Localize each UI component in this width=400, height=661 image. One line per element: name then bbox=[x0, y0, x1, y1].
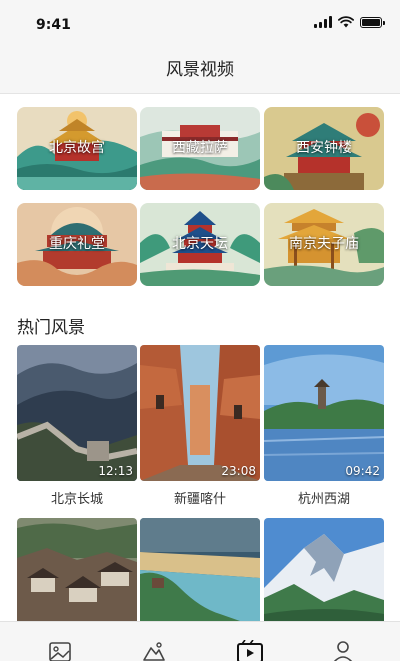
category-label: 南京夫子庙 bbox=[289, 236, 359, 252]
video-duration: 23:08 bbox=[221, 464, 256, 478]
tab-bar bbox=[0, 621, 400, 661]
category-label: 北京天坛 bbox=[172, 236, 228, 252]
video-thumbnail: 09:42 bbox=[264, 345, 384, 481]
wifi-icon bbox=[338, 16, 354, 28]
battery-icon bbox=[360, 16, 385, 28]
video-card-snow-mountain[interactable] bbox=[264, 518, 384, 628]
beach-coast-thumbnail bbox=[140, 518, 260, 628]
video-card-beach[interactable] bbox=[140, 518, 260, 628]
video-title: 北京长城 bbox=[50, 492, 103, 507]
category-card-temple-of-heaven[interactable]: 北京天坛 bbox=[140, 203, 260, 286]
tab-scenery[interactable] bbox=[134, 640, 174, 661]
hot-section-title: 热门风景 bbox=[17, 318, 85, 338]
village-rooftops-thumbnail bbox=[17, 518, 137, 628]
tab-profile[interactable] bbox=[323, 640, 363, 661]
page-title: 风景视频 bbox=[166, 60, 234, 80]
video-duration: 12:13 bbox=[98, 464, 133, 478]
status-time: 9:41 bbox=[36, 17, 71, 33]
category-label: 北京故宫 bbox=[49, 140, 105, 156]
status-bar: 9:41 bbox=[0, 0, 400, 44]
category-card-nanjing[interactable]: 南京夫子庙 bbox=[264, 203, 384, 286]
video-thumbnail: 12:13 bbox=[17, 345, 137, 481]
mountain-icon bbox=[143, 642, 165, 661]
great-wall-thumbnail bbox=[17, 345, 137, 481]
video-thumbnail: 23:08 bbox=[140, 345, 260, 481]
tab-videos[interactable] bbox=[230, 640, 270, 661]
navigation-bar: 风景视频 bbox=[0, 44, 400, 94]
kashgar-street-thumbnail bbox=[140, 345, 260, 481]
tab-images[interactable] bbox=[40, 640, 80, 661]
video-card-village[interactable] bbox=[17, 518, 137, 628]
video-card-great-wall[interactable]: 12:13 北京长城 bbox=[17, 345, 137, 507]
category-card-xian[interactable]: 西安钟楼 bbox=[264, 107, 384, 190]
video-card-west-lake[interactable]: 09:42 杭州西湖 bbox=[264, 345, 384, 507]
video-title: 杭州西湖 bbox=[297, 492, 350, 507]
screen: 9:41 风景视频 北京故宫 西藏拉萨 西安钟楼 重庆礼堂 北京天坛 南京夫子庙… bbox=[0, 0, 400, 661]
category-card-palace[interactable]: 北京故宫 bbox=[17, 107, 137, 190]
status-icons bbox=[314, 16, 385, 28]
video-title: 新疆喀什 bbox=[173, 492, 226, 507]
video-card-kashgar[interactable]: 23:08 新疆喀什 bbox=[140, 345, 260, 507]
category-label: 西藏拉萨 bbox=[172, 140, 228, 156]
category-card-chongqing[interactable]: 重庆礼堂 bbox=[17, 203, 137, 286]
category-card-lhasa[interactable]: 西藏拉萨 bbox=[140, 107, 260, 190]
snow-mountain-thumbnail bbox=[264, 518, 384, 628]
signal-icon bbox=[314, 16, 332, 28]
user-icon bbox=[333, 641, 353, 661]
image-icon bbox=[49, 642, 71, 661]
video-duration: 09:42 bbox=[345, 464, 380, 478]
video-icon bbox=[237, 640, 263, 661]
category-label: 西安钟楼 bbox=[296, 140, 352, 156]
category-label: 重庆礼堂 bbox=[49, 236, 105, 252]
west-lake-thumbnail bbox=[264, 345, 384, 481]
